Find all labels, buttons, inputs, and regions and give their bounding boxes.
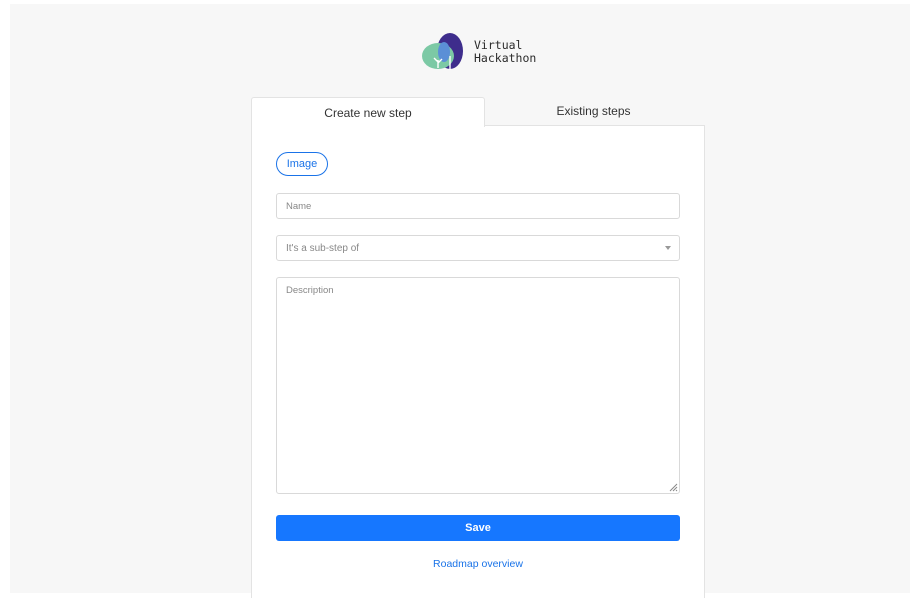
tab-bar: Create new step Existing steps <box>251 97 704 127</box>
parent-step-select[interactable]: It's a sub-step of <box>276 235 680 261</box>
tab-existing-steps[interactable]: Existing steps <box>483 97 704 125</box>
create-step-panel: Image It's a sub-step of Save Roadmap ov… <box>251 125 705 598</box>
brand-line-2: Hackathon <box>474 51 537 65</box>
roadmap-overview-link[interactable]: Roadmap overview <box>252 558 704 570</box>
brand-logo: Virtual Hackathon <box>420 30 560 74</box>
tree-logo-icon <box>422 33 463 70</box>
name-input[interactable] <box>276 193 680 219</box>
brand-name: Virtual Hackathon <box>474 39 536 65</box>
image-upload-button[interactable]: Image <box>276 152 328 176</box>
tab-create-new-step[interactable]: Create new step <box>251 97 485 127</box>
page-background: Virtual Hackathon Create new step Existi… <box>10 4 910 598</box>
description-textarea[interactable] <box>276 277 680 494</box>
chevron-down-icon <box>665 246 671 250</box>
resize-handle-icon[interactable] <box>668 482 678 492</box>
save-button[interactable]: Save <box>276 515 680 541</box>
parent-step-select-placeholder: It's a sub-step of <box>286 242 360 254</box>
